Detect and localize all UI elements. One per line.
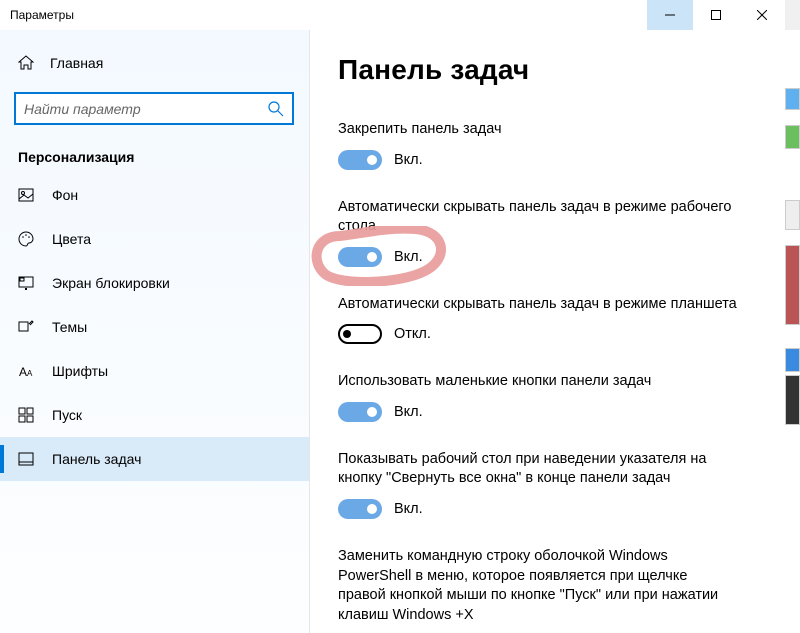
setting-powershell: Заменить командную строку оболочкой Wind… [338,547,757,625]
close-button[interactable] [739,0,785,30]
window-title: Параметры [10,8,74,22]
toggle-small-buttons[interactable] [338,402,382,422]
toggle-state: Вкл. [394,249,423,265]
maximize-button[interactable] [693,0,739,30]
sidebar-item-taskbar[interactable]: Панель задач [0,437,309,481]
toggle-lock-taskbar[interactable] [338,150,382,170]
section-header: Персонализация [0,129,309,173]
setting-small-buttons: Использовать маленькие кнопки панели зад… [338,372,757,422]
lockscreen-icon [18,275,34,291]
palette-icon [18,231,34,247]
content-area: Панель задач Закрепить панель задач Вкл.… [310,30,785,633]
setting-label: Закрепить панель задач [338,120,738,140]
sidebar-item-label: Панель задач [52,451,141,467]
setting-peek-desktop: Показывать рабочий стол при наведении ук… [338,450,757,519]
setting-lock-taskbar: Закрепить панель задач Вкл. [338,120,757,170]
home-icon [18,55,34,71]
sidebar-item-themes[interactable]: Темы [0,305,309,349]
toggle-state: Вкл. [394,152,423,168]
sidebar-item-label: Пуск [52,407,82,423]
background-window-peek [785,30,800,633]
sidebar-item-label: Шрифты [52,363,108,379]
titlebar: Параметры [0,0,785,30]
home-nav-item[interactable]: Главная [0,44,309,82]
start-icon [18,407,34,423]
search-box[interactable] [14,92,294,125]
toggle-state: Откл. [394,326,431,342]
themes-icon [18,319,34,335]
close-icon [757,10,767,20]
sidebar: Главная Персонализация Фон Цвета Экран б… [0,30,310,633]
toggle-autohide-tablet[interactable] [338,324,382,344]
setting-label: Заменить командную строку оболочкой Wind… [338,547,738,625]
setting-label: Автоматически скрывать панель задач в ре… [338,295,738,315]
sidebar-item-colors[interactable]: Цвета [0,217,309,261]
home-label: Главная [50,55,103,71]
setting-label: Использовать маленькие кнопки панели зад… [338,372,738,392]
search-icon [268,101,284,117]
toggle-state: Вкл. [394,404,423,420]
fonts-icon: AA [18,363,34,379]
toggle-state: Вкл. [394,501,423,517]
toggle-peek-desktop[interactable] [338,499,382,519]
minimize-icon [665,10,675,20]
search-input[interactable] [24,101,268,117]
taskbar-icon [18,451,34,467]
maximize-icon [711,10,721,20]
sidebar-item-background[interactable]: Фон [0,173,309,217]
svg-text:A: A [19,365,27,379]
sidebar-item-label: Экран блокировки [52,275,170,291]
minimize-button[interactable] [647,0,693,30]
sidebar-item-lockscreen[interactable]: Экран блокировки [0,261,309,305]
sidebar-item-label: Цвета [52,231,91,247]
sidebar-item-label: Фон [52,187,78,203]
setting-label: Показывать рабочий стол при наведении ук… [338,450,738,489]
sidebar-item-start[interactable]: Пуск [0,393,309,437]
setting-label: Автоматически скрывать панель задач в ре… [338,198,738,237]
page-title: Панель задач [338,54,757,86]
sidebar-item-fonts[interactable]: AA Шрифты [0,349,309,393]
setting-autohide-desktop: Автоматически скрывать панель задач в ре… [338,198,757,267]
sidebar-item-label: Темы [52,319,87,335]
picture-icon [18,187,34,203]
svg-text:A: A [27,369,33,378]
setting-autohide-tablet: Автоматически скрывать панель задач в ре… [338,295,757,345]
window-controls [647,0,785,30]
toggle-autohide-desktop[interactable] [338,247,382,267]
